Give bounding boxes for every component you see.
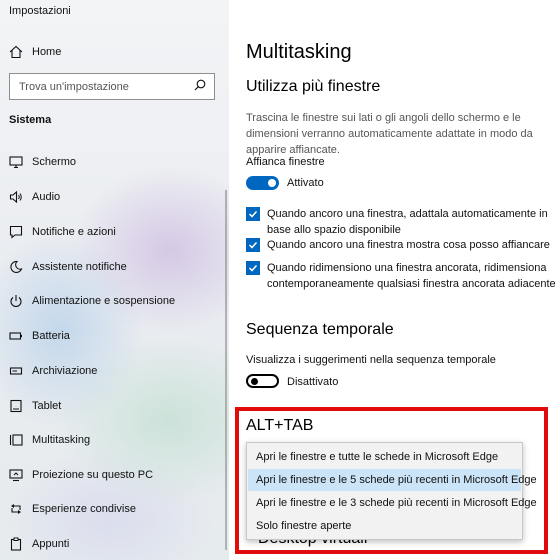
multitasking-icon — [9, 433, 23, 447]
sidebar-item-label: Assistente notifiche — [32, 261, 127, 273]
section-label: Sistema — [9, 114, 52, 126]
windows-description: Trascina le finestre sui lati o gli ango… — [246, 112, 533, 156]
sidebar-item-label: Schermo — [32, 156, 77, 168]
checkbox-checked-icon[interactable] — [246, 238, 260, 252]
check-label: Quando ridimensiono una finestra ancorat… — [267, 262, 556, 290]
app-title: Impostazioni — [9, 5, 71, 17]
sidebar-item-schermo[interactable]: Schermo — [0, 148, 229, 176]
sidebar-item-label: Notifiche e azioni — [32, 226, 116, 238]
checkbox-checked-icon[interactable] — [246, 261, 260, 275]
snap-label: Affianca finestre — [246, 156, 325, 168]
sidebar-item-home[interactable]: Home — [0, 38, 229, 66]
search-placeholder: Trova un'impostazione — [19, 80, 129, 93]
sidebar-item-proiezione[interactable]: Proiezione su questo PC — [0, 461, 229, 489]
sidebar-item-label: Tablet — [32, 400, 62, 412]
checkbox-checked-icon[interactable] — [246, 207, 260, 221]
highlight-frame — [235, 407, 548, 554]
sidebar-item-label: Archiviazione — [32, 365, 98, 377]
sidebar-scrollbar[interactable] — [225, 190, 227, 550]
sidebar: Impostazioni Home Trova un'impostazione … — [0, 0, 229, 560]
check-row[interactable]: Quando ancoro una finestra, adattala aut… — [246, 206, 558, 238]
storage-icon — [9, 364, 23, 378]
home-icon — [9, 45, 23, 59]
check-row[interactable]: Quando ancoro una finestra mostra cosa p… — [246, 237, 558, 253]
sidebar-item-alimentazione[interactable]: Alimentazione e sospensione — [0, 287, 229, 315]
monitor-icon — [9, 155, 23, 169]
sidebar-item-batteria[interactable]: Batteria — [0, 322, 229, 350]
notification-icon — [9, 225, 23, 239]
tablet-icon — [9, 399, 23, 413]
check-label: Quando ancoro una finestra mostra cosa p… — [267, 239, 550, 251]
moon-icon — [9, 260, 23, 274]
sidebar-item-label: Appunti — [32, 538, 70, 550]
search-icon — [194, 78, 206, 96]
sidebar-item-assistente[interactable]: Assistente notifiche — [0, 253, 229, 281]
sidebar-item-esperienze[interactable]: Esperienze condivise — [0, 495, 229, 523]
sidebar-item-label: Audio — [32, 191, 61, 203]
toggle-knob — [251, 378, 258, 385]
snap-state: Attivato — [287, 177, 324, 189]
sidebar-item-archiviazione[interactable]: Archiviazione — [0, 357, 229, 385]
page-title: Multitasking — [246, 41, 352, 63]
timeline-heading: Sequenza temporale — [246, 321, 394, 338]
sidebar-item-label: Home — [32, 46, 62, 58]
windows-heading: Utilizza più finestre — [246, 78, 381, 95]
sidebar-item-label: Batteria — [32, 330, 70, 342]
sidebar-item-label: Proiezione su questo PC — [32, 469, 154, 481]
toggle-knob — [268, 179, 276, 187]
speaker-icon — [9, 190, 23, 204]
sidebar-item-audio[interactable]: Audio — [0, 183, 229, 211]
sidebar-item-label: Esperienze condivise — [32, 503, 136, 515]
sidebar-item-label: Alimentazione e sospensione — [32, 295, 176, 307]
battery-icon — [9, 329, 23, 343]
sidebar-item-appunti[interactable]: Appunti — [0, 530, 229, 558]
sidebar-item-label: Multitasking — [32, 434, 91, 446]
timeline-suggestions-label: Visualizza i suggerimenti nella sequenza… — [246, 354, 496, 366]
clipboard-icon — [9, 537, 23, 551]
check-row[interactable]: Quando ridimensiono una finestra ancorat… — [246, 260, 558, 292]
timeline-toggle[interactable] — [246, 374, 279, 388]
sidebar-item-notifiche[interactable]: Notifiche e azioni — [0, 218, 229, 246]
sidebar-item-tablet[interactable]: Tablet — [0, 392, 229, 420]
search-input[interactable]: Trova un'impostazione — [9, 73, 215, 100]
sidebar-item-multitasking[interactable]: Multitasking — [0, 426, 229, 454]
check-label: Quando ancoro una finestra, adattala aut… — [267, 208, 548, 236]
timeline-state: Disattivato — [287, 376, 339, 388]
shared-icon — [9, 502, 23, 516]
projection-icon — [9, 468, 23, 482]
snap-toggle[interactable] — [246, 176, 279, 190]
power-icon — [9, 294, 23, 308]
